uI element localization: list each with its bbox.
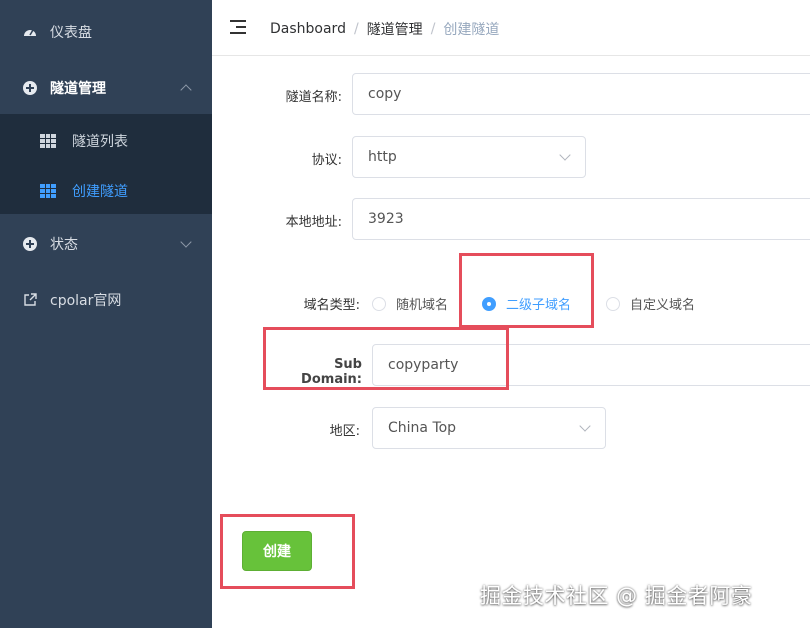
radio-label: 自定义域名 [630, 298, 696, 313]
region-value: China Top [388, 420, 457, 436]
sidebar-item-tunnel-management[interactable]: 隧道管理 [0, 60, 212, 116]
radio-label: 随机域名 [396, 298, 449, 313]
plus-circle-icon [22, 236, 38, 252]
region-label: 地区: [329, 424, 360, 439]
tunnel-name-input[interactable]: copy [352, 73, 810, 115]
protocol-value: http [368, 149, 397, 165]
plus-circle-icon [22, 80, 38, 96]
radio-custom-domain[interactable]: 自定义域名 [606, 294, 695, 313]
grid-icon [40, 184, 56, 198]
highlight-box-create-button [220, 514, 355, 589]
chevron-up-icon [180, 84, 192, 96]
highlight-box-subdomain-radio [459, 253, 594, 328]
external-link-icon [22, 292, 38, 308]
local-address-input[interactable]: 3923 [352, 198, 810, 240]
sidebar: 仪表盘 隧道管理 隧道列表 创建隧道 状态 cpolar官网 [0, 0, 212, 628]
breadcrumb-create-tunnel: 创建隧道 [443, 22, 500, 38]
region-select[interactable]: China Top [372, 407, 606, 449]
radio-random-domain[interactable]: 随机域名 [372, 294, 448, 313]
breadcrumb-tunnel-management[interactable]: 隧道管理 [367, 19, 423, 39]
sidebar-item-label: 创建隧道 [72, 184, 128, 200]
sidebar-item-label: cpolar官网 [50, 293, 122, 309]
chevron-down-icon [180, 236, 192, 248]
sidebar-submenu: 隧道列表 创建隧道 [0, 114, 212, 214]
sidebar-item-label: 隧道列表 [72, 134, 128, 150]
sidebar-item-tunnel-list[interactable]: 隧道列表 [0, 116, 212, 166]
protocol-select[interactable]: http [352, 136, 586, 178]
protocol-label: 协议: [311, 153, 342, 168]
grid-icon [40, 134, 56, 148]
breadcrumb-separator: / [353, 21, 359, 37]
chevron-down-icon [559, 149, 571, 161]
top-navbar: Dashboard / 隧道管理 / 创建隧道 [212, 0, 810, 56]
breadcrumb-dashboard[interactable]: Dashboard [270, 21, 346, 37]
watermark-text: 掘金技术社区 @ 掘金者阿豪 [480, 584, 753, 608]
sidebar-item-status[interactable]: 状态 [0, 216, 212, 272]
radio-icon [372, 296, 386, 311]
tunnel-name-label: 隧道名称: [285, 90, 342, 105]
sidebar-item-create-tunnel[interactable]: 创建隧道 [0, 166, 212, 216]
sidebar-item-label: 仪表盘 [50, 25, 92, 41]
chevron-down-icon [579, 420, 591, 432]
sidebar-item-cpolar-site[interactable]: cpolar官网 [0, 272, 212, 328]
tunnel-name-value: copy [368, 86, 402, 102]
hamburger-icon[interactable] [230, 20, 246, 34]
gauge-icon [22, 24, 38, 40]
sidebar-item-label: 隧道管理 [50, 81, 106, 97]
breadcrumb: Dashboard / 隧道管理 / 创建隧道 [270, 19, 499, 39]
local-address-value: 3923 [368, 211, 404, 227]
domain-type-label: 域名类型: [303, 298, 360, 313]
breadcrumb-separator: / [430, 21, 436, 37]
highlight-box-sub-domain-field [263, 327, 509, 390]
sidebar-item-dashboard[interactable]: 仪表盘 [0, 4, 212, 60]
radio-icon [606, 296, 620, 311]
local-address-label: 本地地址: [285, 215, 342, 230]
sidebar-item-label: 状态 [50, 237, 78, 253]
